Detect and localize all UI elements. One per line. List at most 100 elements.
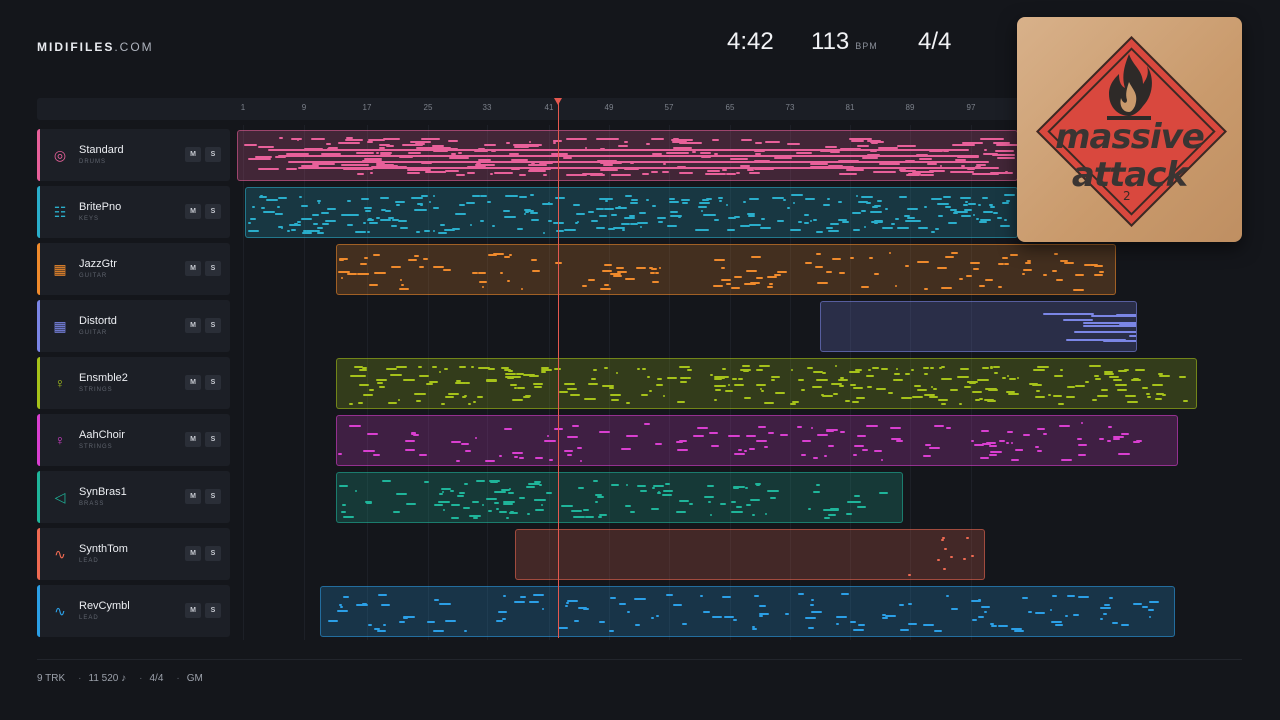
midi-note <box>957 376 969 379</box>
midi-note <box>837 379 848 382</box>
midi-note <box>1094 375 1100 378</box>
midi-note <box>894 372 901 375</box>
midi-note <box>811 427 814 430</box>
midi-note <box>988 445 998 448</box>
ruler-bar-65: 65 <box>725 103 735 112</box>
midi-note <box>600 288 612 290</box>
solo-button[interactable]: S <box>205 546 221 561</box>
midi-note <box>753 150 765 153</box>
midi-note <box>379 385 386 388</box>
midi-note <box>523 395 531 398</box>
midi-note <box>432 194 435 197</box>
track-header-synthtom[interactable]: ∿ SynthTom LEAD M S <box>37 528 230 580</box>
midi-note <box>807 627 814 630</box>
track-header-aahchoir[interactable]: ♀ AahChoir STRINGS M S <box>37 414 230 466</box>
mute-button[interactable]: M <box>185 147 201 162</box>
midi-note <box>873 149 885 152</box>
mute-button[interactable]: M <box>185 432 201 447</box>
solo-button[interactable]: S <box>205 261 221 276</box>
solo-button[interactable]: S <box>205 432 221 447</box>
midi-note <box>432 149 448 152</box>
midi-note <box>698 206 708 209</box>
midi-note <box>824 146 837 149</box>
track-header-standard[interactable]: ◎ Standard DRUMS M S <box>37 129 230 181</box>
midi-note <box>1078 444 1087 446</box>
mute-button[interactable]: M <box>185 204 201 219</box>
midi-note <box>455 381 467 384</box>
midi-note <box>375 379 387 382</box>
midi-note <box>894 217 900 220</box>
mute-button[interactable]: M <box>185 375 201 390</box>
midi-note <box>407 172 420 175</box>
mute-button[interactable]: M <box>185 261 201 276</box>
mute-button[interactable]: M <box>185 603 201 618</box>
midi-note <box>790 229 801 232</box>
midi-note <box>503 255 510 258</box>
midi-note <box>673 146 692 149</box>
midi-note <box>804 261 813 264</box>
solo-button[interactable]: S <box>205 603 221 618</box>
midi-note <box>496 620 503 623</box>
site-logo[interactable]: MIDIFILES.COM <box>37 40 154 54</box>
playhead[interactable] <box>558 100 559 638</box>
midi-clip-synthtom[interactable] <box>515 529 985 580</box>
midi-clip-aahchoir[interactable] <box>336 415 1178 466</box>
track-header-distortd[interactable]: ▦ Distortd GUITAR M S <box>37 300 230 352</box>
track-header-revcymbl[interactable]: ∿ RevCymbl LEAD M S <box>37 585 230 637</box>
midi-clip-standard[interactable] <box>237 130 1018 181</box>
midi-clip-distortd[interactable] <box>820 301 1137 352</box>
midi-note <box>577 220 580 223</box>
playhead-marker[interactable] <box>554 98 562 105</box>
solo-button[interactable]: S <box>205 318 221 333</box>
midi-note <box>1136 439 1142 442</box>
mute-button[interactable]: M <box>185 546 201 561</box>
midi-note <box>452 148 458 151</box>
midi-note <box>639 490 648 493</box>
midi-note <box>626 401 631 404</box>
solo-button[interactable]: S <box>205 147 221 162</box>
midi-note <box>504 215 516 218</box>
midi-note <box>455 212 466 215</box>
midi-note <box>718 200 722 203</box>
midi-note <box>950 556 954 559</box>
midi-note <box>357 173 364 176</box>
midi-note <box>342 595 349 598</box>
track-header-jazzgtr[interactable]: ▦ JazzGtr GUITAR M S <box>37 243 230 295</box>
track-header-ensmble2[interactable]: ♀ Ensmble2 STRINGS M S <box>37 357 230 409</box>
midi-clip-synbras1[interactable] <box>336 472 903 523</box>
midi-note <box>720 279 732 282</box>
midi-note <box>431 170 447 173</box>
midi-note <box>790 369 793 372</box>
midi-note <box>1001 256 1008 259</box>
midi-note <box>958 278 963 281</box>
midi-note <box>676 511 686 514</box>
midi-note <box>998 625 1008 628</box>
midi-note <box>730 287 740 290</box>
midi-note <box>898 169 906 172</box>
solo-button[interactable]: S <box>205 204 221 219</box>
midi-note <box>726 203 729 206</box>
midi-note <box>856 505 866 508</box>
midi-clip-jazzgtr[interactable] <box>336 244 1116 295</box>
midi-note <box>679 366 690 369</box>
midi-note <box>706 485 715 488</box>
midi-note <box>564 605 568 608</box>
midi-note <box>1043 273 1048 276</box>
midi-note <box>463 394 467 397</box>
solo-button[interactable]: S <box>205 489 221 504</box>
midi-note <box>503 210 510 213</box>
midi-clip-britepno[interactable] <box>245 187 1018 238</box>
midi-note <box>582 285 588 288</box>
mute-button[interactable]: M <box>185 489 201 504</box>
solo-button[interactable]: S <box>205 375 221 390</box>
midi-note <box>1000 224 1011 227</box>
mute-button[interactable]: M <box>185 318 201 333</box>
track-header-synbras1[interactable]: ◁ SynBras1 BRASS M S <box>37 471 230 523</box>
midi-note <box>1112 325 1136 328</box>
midi-clip-ensmble2[interactable] <box>336 358 1197 409</box>
midi-clip-revcymbl[interactable] <box>320 586 1175 637</box>
track-header-britepno[interactable]: ☷ BritePno KEYS M S <box>37 186 230 238</box>
midi-note <box>638 211 646 214</box>
midi-note <box>860 286 869 289</box>
ruler-bar-89: 89 <box>905 103 915 112</box>
